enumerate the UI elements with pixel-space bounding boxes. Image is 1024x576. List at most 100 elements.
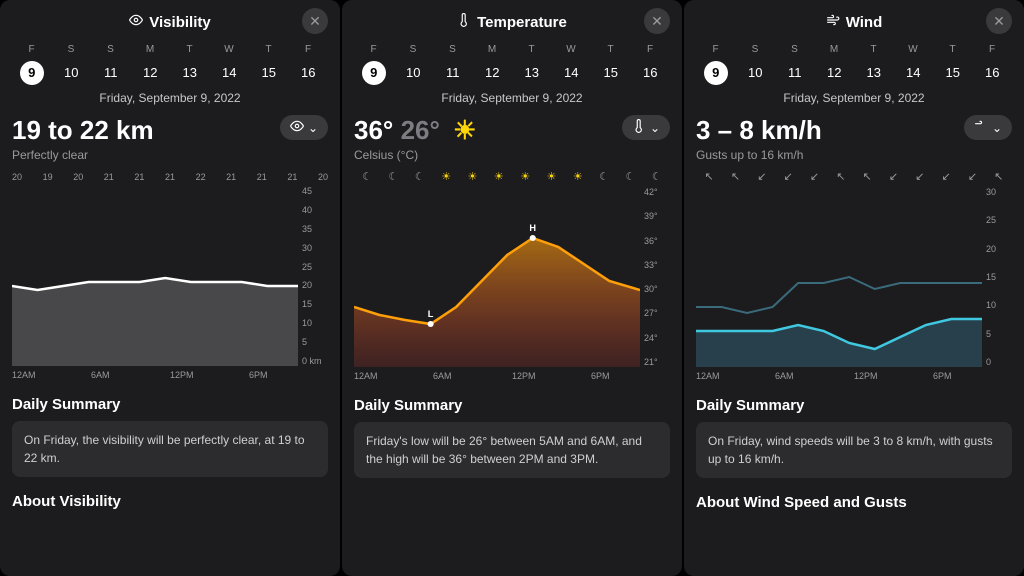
moon-icon: ☾ (617, 170, 643, 183)
date-selector: F9S10S11M12T13W14T15F16 (696, 44, 1012, 85)
metric-picker[interactable]: ⌄ (964, 115, 1012, 140)
date-item[interactable]: F9 (354, 44, 394, 85)
chevron-down-icon: ⌄ (992, 121, 1002, 135)
sun-icon: ☀︎ (486, 170, 512, 183)
panel-header: Visibility ✕ (12, 8, 328, 36)
x-axis: 12AM6AM12PM6PM (696, 371, 1012, 381)
metric-picker[interactable]: ⌄ (280, 115, 328, 140)
sun-icon: ☀︎ (433, 170, 459, 183)
date-item[interactable]: F16 (973, 44, 1013, 85)
date-item[interactable]: W14 (894, 44, 934, 85)
sun-icon: ☀︎ (565, 170, 591, 183)
sun-icon: ☀︎ (459, 170, 485, 183)
visibility-value: 19 to 22 km (12, 115, 154, 146)
date-item[interactable]: S10 (736, 44, 776, 85)
full-date: Friday, September 9, 2022 (12, 91, 328, 105)
title-text: Visibility (149, 14, 210, 31)
close-icon: ✕ (651, 13, 663, 30)
about-title: About Visibility (12, 493, 328, 510)
hour-values: 2019202121212221212120 (12, 172, 328, 182)
arrow-icon: ↖ (696, 170, 722, 183)
moon-icon: ☾ (380, 170, 406, 183)
x-axis: 12AM6AM12PM6PM (12, 370, 328, 380)
metric-row: 36° 26° ☀︎ Celsius (°C) ⌄ (354, 115, 670, 162)
date-item[interactable]: F9 (12, 44, 52, 85)
temperature-chart[interactable]: H L 42°39°36°33°30°27°24°21° (354, 187, 670, 367)
wind-gusts: Gusts up to 16 km/h (696, 148, 822, 162)
summary-title: Daily Summary (354, 397, 670, 414)
date-item[interactable]: T13 (512, 44, 552, 85)
full-date: Friday, September 9, 2022 (696, 91, 1012, 105)
date-item[interactable]: S11 (91, 44, 131, 85)
date-item[interactable]: S10 (394, 44, 434, 85)
date-item[interactable]: T13 (854, 44, 894, 85)
moon-icon: ☾ (644, 170, 670, 183)
date-selector: F9S10S11M12T13W14T15F16 (12, 44, 328, 85)
close-icon: ✕ (993, 13, 1005, 30)
condition-icons: ☾☾☾☀︎☀︎☀︎☀︎☀︎☀︎☾☾☾ (354, 170, 670, 183)
sun-icon: ☀︎ (512, 170, 538, 183)
wind-icon (974, 119, 988, 136)
visibility-chart[interactable]: 454035302520151050 km (12, 186, 328, 366)
date-item[interactable]: M12 (131, 44, 171, 85)
arrow-icon: ↙ (933, 170, 959, 183)
moon-icon: ☾ (354, 170, 380, 183)
summary-title: Daily Summary (12, 396, 328, 413)
date-item[interactable]: S11 (433, 44, 473, 85)
date-item[interactable]: S10 (52, 44, 92, 85)
date-item[interactable]: T13 (170, 44, 210, 85)
wind-icon (826, 13, 840, 31)
moon-icon: ☾ (407, 170, 433, 183)
chevron-down-icon: ⌄ (650, 121, 660, 135)
eye-icon (290, 119, 304, 136)
date-item[interactable]: M12 (815, 44, 855, 85)
temperature-panel: Temperature ✕ F9S10S11M12T13W14T15F16 Fr… (342, 0, 682, 576)
title-text: Wind (846, 14, 883, 31)
chevron-down-icon: ⌄ (308, 121, 318, 135)
visibility-condition: Perfectly clear (12, 148, 154, 162)
arrow-icon: ↙ (775, 170, 801, 183)
wind-value: 3 – 8 km/h (696, 115, 822, 146)
high-marker: H (529, 223, 536, 233)
summary-box: On Friday, the visibility will be perfec… (12, 421, 328, 477)
metric-row: 19 to 22 km Perfectly clear ⌄ (12, 115, 328, 162)
x-axis: 12AM6AM12PM6PM (354, 371, 670, 381)
temp-values: 36° 26° ☀︎ (354, 115, 476, 146)
sun-icon: ☀︎ (538, 170, 564, 183)
panel-title: Wind (826, 13, 883, 31)
date-item[interactable]: F9 (696, 44, 736, 85)
date-item[interactable]: S11 (775, 44, 815, 85)
temp-high: 36° (354, 115, 393, 145)
date-item[interactable]: M12 (473, 44, 513, 85)
full-date: Friday, September 9, 2022 (354, 91, 670, 105)
arrow-icon: ↙ (880, 170, 906, 183)
wind-direction-arrows: ↖↖↙↙↙↖↖↙↙↙↙↖ (696, 170, 1012, 183)
panel-title: Visibility (129, 13, 210, 31)
date-item[interactable]: F16 (289, 44, 329, 85)
arrow-icon: ↙ (749, 170, 775, 183)
temp-low: 26° (401, 115, 440, 145)
arrow-icon: ↙ (801, 170, 827, 183)
about-title: About Wind Speed and Gusts (696, 494, 1012, 511)
close-button[interactable]: ✕ (302, 8, 328, 34)
close-button[interactable]: ✕ (644, 8, 670, 34)
summary-box: Friday's low will be 26° between 5AM and… (354, 422, 670, 478)
eye-icon (129, 13, 143, 31)
date-item[interactable]: W14 (552, 44, 592, 85)
date-item[interactable]: T15 (591, 44, 631, 85)
wind-chart[interactable]: 302520151050 (696, 187, 1012, 367)
date-item[interactable]: F16 (631, 44, 671, 85)
date-item[interactable]: T15 (249, 44, 289, 85)
date-selector: F9S10S11M12T13W14T15F16 (354, 44, 670, 85)
metric-picker[interactable]: ⌄ (622, 115, 670, 140)
y-axis: 42°39°36°33°30°27°24°21° (640, 187, 670, 367)
thermometer-icon (632, 119, 646, 136)
thermometer-icon (457, 13, 471, 31)
close-button[interactable]: ✕ (986, 8, 1012, 34)
arrow-icon: ↖ (722, 170, 748, 183)
date-item[interactable]: W14 (210, 44, 250, 85)
panel-title: Temperature (457, 13, 567, 31)
panel-header: Temperature ✕ (354, 8, 670, 36)
summary-box: On Friday, wind speeds will be 3 to 8 km… (696, 422, 1012, 478)
date-item[interactable]: T15 (933, 44, 973, 85)
